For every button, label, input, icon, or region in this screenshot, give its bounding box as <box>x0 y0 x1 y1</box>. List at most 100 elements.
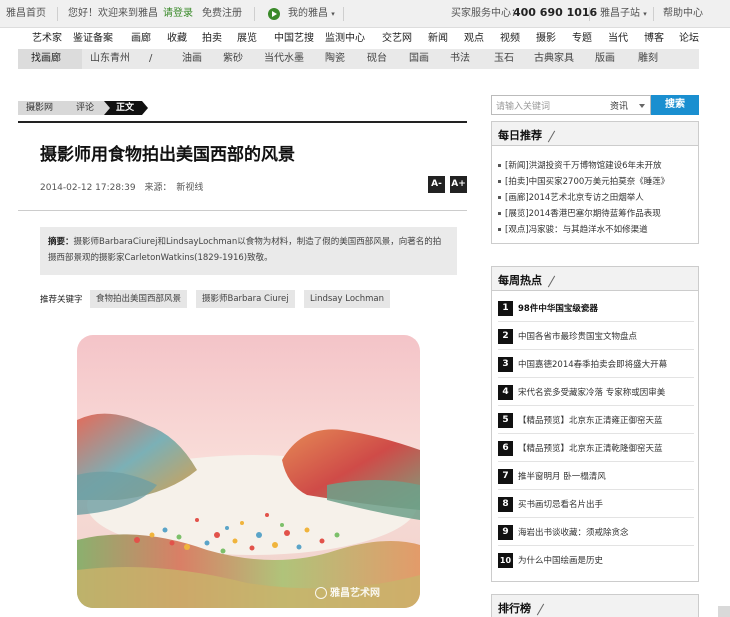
panel-header: 排行榜 <box>492 595 698 617</box>
search-input[interactable]: 请输入关键词 <box>491 95 606 115</box>
rank-item[interactable]: 2 中国各省市最珍贵国宝文物盘点 <box>498 329 693 345</box>
rank-item[interactable]: 9 海岩出书谈收藏：须戒除贪念 <box>498 525 693 541</box>
divider <box>653 7 654 21</box>
rank-item[interactable]: 3 中国嘉德2014春季拍卖会即将盛大开幕 <box>498 357 693 373</box>
source-name: 新视线 <box>176 183 204 193</box>
divider <box>18 210 467 211</box>
help-link[interactable]: 帮助中心 <box>663 8 703 20</box>
nav-item[interactable]: 博客 <box>644 33 664 45</box>
slash-icon <box>536 603 545 615</box>
slash-icon <box>547 275 556 287</box>
sub-nav-item[interactable]: 山东青州 <box>90 53 130 65</box>
divider <box>498 405 694 406</box>
rank-item[interactable]: 1 98件中华国宝级瓷器 <box>498 301 693 317</box>
article-photo: 雅昌艺术网 <box>77 335 420 608</box>
rank-number: 9 <box>498 525 513 540</box>
rank-text: 【精品预览】北京东正清雍正御窑天蓝 <box>518 416 663 426</box>
rank-item[interactable]: 7 推半窗明月 卧一榻清风 <box>498 469 693 485</box>
nav-item[interactable]: 当代 <box>608 33 628 45</box>
service-label: 买家服务中心： <box>451 8 521 19</box>
keyword-tag[interactable]: 食物拍出美国西部风景 <box>90 290 188 308</box>
nav-item[interactable]: 监测中心 <box>325 33 365 45</box>
daily-item[interactable]: [新闻]洪湖投资千万博物馆建设6年未开放 <box>498 160 662 172</box>
sub-sites-menu[interactable]: 雅昌子站 ▾ <box>600 8 647 20</box>
sub-nav-item[interactable]: 紫砂 <box>223 53 243 65</box>
sub-nav-item[interactable]: 版画 <box>595 53 615 65</box>
ranking-panel: 排行榜 <box>491 594 699 617</box>
divider <box>57 7 58 21</box>
search-type-select[interactable]: 资讯 <box>605 95 651 115</box>
rank-item[interactable]: 8 买书画切忌看名片出手 <box>498 497 693 513</box>
daily-item[interactable]: [画廊]2014艺术北京专访之田烟举人 <box>498 192 644 204</box>
divider <box>498 489 694 490</box>
nav-item[interactable]: 视频 <box>500 33 520 45</box>
keyword-tag[interactable]: Lindsay Lochman <box>304 290 390 308</box>
nav-item[interactable]: 中国艺搜 <box>274 33 314 45</box>
breadcrumb-item[interactable]: 评论 <box>64 101 110 115</box>
article-meta: 2014-02-12 17:28:39 来源： 新视线 <box>40 180 203 193</box>
find-gallery-label: 找画廊 <box>18 49 82 69</box>
divider <box>498 349 694 350</box>
sub-nav-item[interactable]: 砚台 <box>367 53 387 65</box>
nav-item[interactable]: 鉴证备案 <box>73 33 113 45</box>
artron-logo-icon <box>268 8 280 20</box>
breadcrumb-item[interactable]: 摄影网 <box>18 101 70 115</box>
divider <box>498 461 694 462</box>
sub-nav-item[interactable]: 古典家具 <box>534 53 574 65</box>
nav-item[interactable]: 摄影 <box>536 33 556 45</box>
keyword-tag[interactable]: 摄影师Barbara Ciurej <box>196 290 295 308</box>
nav-item[interactable]: 拍卖 <box>202 33 222 45</box>
divider <box>498 545 694 546</box>
scrollbar-thumb[interactable] <box>718 606 730 617</box>
daily-item[interactable]: [观点]冯家骏：与其趋洋水不如修渠道 <box>498 224 648 236</box>
nav-item[interactable]: 艺术家 <box>32 33 62 45</box>
login-link[interactable]: 请登录 <box>163 8 193 20</box>
nav-item[interactable]: 交艺网 <box>382 33 412 45</box>
panel-header: 每周热点 <box>492 267 698 291</box>
rank-number: 2 <box>498 329 513 344</box>
rank-item[interactable]: 10 为什么中国绘画是历史 <box>498 553 693 569</box>
font-decrease-button[interactable]: A- <box>428 176 445 193</box>
home-link[interactable]: 雅昌首页 <box>6 8 46 20</box>
divider <box>498 321 694 322</box>
nav-item[interactable]: 展览 <box>237 33 257 45</box>
my-artron-menu[interactable]: 我的雅昌 ▾ <box>288 8 335 20</box>
rank-item[interactable]: 4 宋代名瓷多受藏家冷落 专家称或因审美 <box>498 385 693 401</box>
welcome-text: 您好！欢迎来到雅昌 <box>68 8 158 19</box>
divider <box>18 121 467 123</box>
nav-item[interactable]: 新闻 <box>428 33 448 45</box>
chevron-down-icon: ▾ <box>643 10 647 18</box>
daily-item[interactable]: [展览]2014香港巴塞尔期待蓝筹作品表现 <box>498 208 661 220</box>
rank-item[interactable]: 6 【精品预览】北京东正清乾隆御窑天蓝 <box>498 441 693 457</box>
rank-number: 1 <box>498 301 513 316</box>
sub-nav-item[interactable]: 油画 <box>182 53 202 65</box>
nav-item[interactable]: 论坛 <box>679 33 699 45</box>
panel-title: 每日推荐 <box>498 129 542 142</box>
divider <box>498 377 694 378</box>
daily-item[interactable]: [拍卖]中国买家2700万美元拍莫奈《睡莲》 <box>498 176 669 188</box>
top-bar: 雅昌首页 您好！欢迎来到雅昌 请登录 免费注册 我的雅昌 ▾ 买家服务中心： 4… <box>0 0 730 28</box>
rank-number: 5 <box>498 413 513 428</box>
sub-nav-item[interactable]: 玉石 <box>494 53 514 65</box>
register-link[interactable]: 免费注册 <box>202 8 242 20</box>
nav-item[interactable]: 专题 <box>572 33 592 45</box>
sub-nav-item[interactable]: 国画 <box>409 53 429 65</box>
rank-text: 推半窗明月 卧一榻清风 <box>518 472 606 482</box>
rank-item[interactable]: 5 【精品预览】北京东正清雍正御窑天蓝 <box>498 413 693 429</box>
divider <box>498 433 694 434</box>
nav-item[interactable]: 画廊 <box>131 33 151 45</box>
sub-nav-item[interactable]: 书法 <box>450 53 470 65</box>
rank-text: 98件中华国宝级瓷器 <box>518 304 598 314</box>
search-button[interactable]: 搜索 <box>651 95 699 115</box>
sub-nav-item[interactable]: 雕刻 <box>638 53 658 65</box>
nav-item[interactable]: 收藏 <box>167 33 187 45</box>
nav-item[interactable]: 观点 <box>464 33 484 45</box>
rank-number: 4 <box>498 385 513 400</box>
font-increase-button[interactable]: A+ <box>450 176 467 193</box>
rank-text: 宋代名瓷多受藏家冷落 专家称或因审美 <box>518 388 666 398</box>
rank-number: 7 <box>498 469 513 484</box>
sub-nav-item[interactable]: 当代水墨 <box>264 53 304 65</box>
main-nav: 艺术家 鉴证备案 画廊 收藏 拍卖 展览 中国艺搜 监测中心 交艺网 新闻 观点… <box>18 28 699 49</box>
rank-number: 3 <box>498 357 513 372</box>
sub-nav-item[interactable]: 陶瓷 <box>325 53 345 65</box>
